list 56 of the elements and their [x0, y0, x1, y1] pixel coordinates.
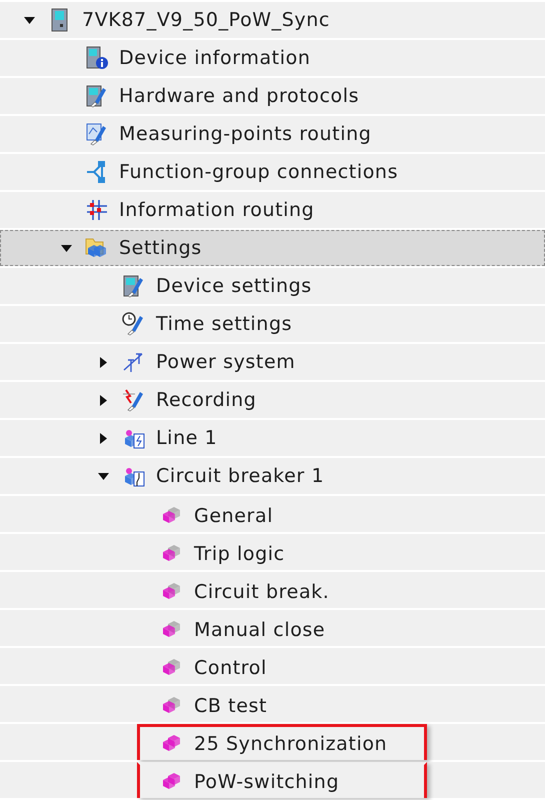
expand-arrow-icon[interactable]: [100, 356, 106, 368]
tree-item-label: Hardware and protocols: [119, 85, 360, 107]
tree-item[interactable]: PoW-switching: [0, 762, 545, 798]
tree-item[interactable]: Information routing: [0, 192, 545, 228]
tree-item[interactable]: Manual close: [0, 610, 545, 646]
collapse-arrow-icon[interactable]: [24, 16, 34, 24]
tree-item[interactable]: Settings: [0, 230, 545, 266]
collapse-arrow-icon[interactable]: [98, 472, 108, 480]
folder-icon: [85, 236, 109, 260]
tree-item-label: Settings: [119, 237, 202, 259]
tree-item-label: Function-group connections: [119, 161, 398, 183]
tree-item[interactable]: Device settings: [0, 268, 545, 304]
tree-item[interactable]: Time settings: [0, 306, 545, 342]
tree-item[interactable]: Line 1: [0, 420, 545, 456]
tree-item-label: Device settings: [156, 275, 312, 297]
tree-item[interactable]: 25 Synchronization: [0, 724, 545, 760]
tree-item[interactable]: General: [0, 496, 545, 532]
tree-item-label: Recording: [156, 389, 256, 411]
tree-item[interactable]: Function-group connections: [0, 154, 545, 190]
tree-item-label: Circuit breaker 1: [156, 465, 324, 487]
tree-item[interactable]: CB test: [0, 686, 545, 722]
screwdriver-icon: [85, 122, 109, 146]
tree-item[interactable]: Circuit break.: [0, 572, 545, 608]
tree-item-label: Control: [194, 656, 267, 678]
device-screwdriver-icon: [85, 84, 109, 108]
expand-arrow-icon[interactable]: [100, 432, 106, 444]
tree-item-label: Information routing: [119, 199, 314, 221]
tree-item-label: Power system: [156, 351, 296, 373]
grid-icon: [85, 198, 109, 222]
tree-item[interactable]: Power system: [0, 344, 545, 380]
tree-item[interactable]: Measuring-points routing: [0, 116, 545, 152]
collapse-arrow-icon[interactable]: [60, 244, 72, 252]
tree-item-label: Circuit break.: [194, 580, 330, 602]
tree-item-label: Line 1: [156, 427, 218, 449]
tree-item[interactable]: 7VK87_V9_50_PoW_Sync: [0, 2, 545, 38]
tree-item[interactable]: Control: [0, 648, 545, 684]
tree-item-label: 7VK87_V9_50_PoW_Sync: [82, 9, 330, 31]
tree-item-label: General: [194, 504, 274, 526]
expand-arrow-icon[interactable]: [100, 394, 106, 406]
tree-item[interactable]: Hardware and protocols: [0, 78, 545, 114]
tree-item[interactable]: Recording: [0, 382, 545, 418]
tree-item-label: Time settings: [156, 313, 292, 335]
device-screwdriver-icon: [122, 274, 146, 298]
tree-item-label: Manual close: [194, 618, 326, 640]
device-info-icon: [85, 46, 109, 70]
tree-item-label: CB test: [194, 694, 268, 716]
tree-item[interactable]: Trip logic: [0, 534, 545, 570]
tree-item-label: Trip logic: [194, 542, 285, 564]
tree-item[interactable]: Device information: [0, 40, 545, 76]
tree-item-label: Device information: [119, 47, 310, 69]
tree-item-label: 25 Synchronization: [194, 732, 388, 754]
clock-screwdriver-icon: [122, 312, 146, 336]
tree-item-label: Measuring-points routing: [119, 123, 372, 145]
tree-item-label: PoW-switching: [194, 770, 340, 792]
recording-icon: [122, 388, 146, 412]
tree-item[interactable]: Circuit breaker 1: [0, 458, 545, 494]
